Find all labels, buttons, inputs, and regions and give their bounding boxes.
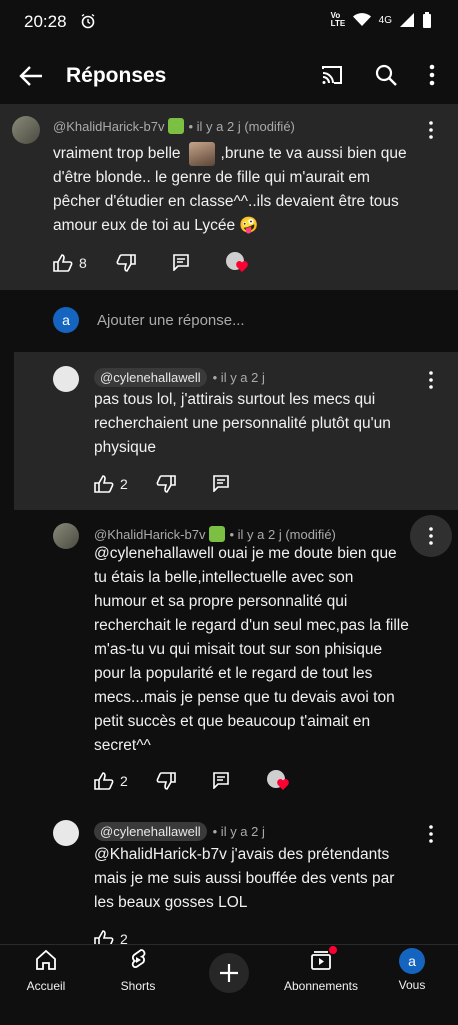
avatar[interactable] [53,820,79,846]
emoji-badge-icon [168,118,185,134]
heart-icon [236,261,248,272]
status-icons: Vo LTE 4G [331,12,432,28]
like-icon[interactable] [94,475,114,493]
network-label: 4G [378,14,392,26]
reply-meta: @cylenehallawell • il y a 2 j [94,368,265,387]
dislike-icon[interactable] [156,475,176,493]
like-count: 2 [120,476,128,492]
like-icon[interactable] [53,254,73,272]
nav-subscriptions[interactable]: Abonnements [281,946,361,993]
username-chip[interactable]: @cylenehallawell [94,822,207,841]
reply-icon[interactable] [172,253,190,271]
reply-icon[interactable] [212,474,230,492]
nav-label: Abonnements [283,979,359,993]
avatar[interactable] [12,116,40,144]
username[interactable]: @KhalidHarick-b7v [53,119,164,134]
reply-more-icon[interactable] [424,824,438,844]
reply-more-icon[interactable] [424,370,438,390]
dislike-icon[interactable] [116,254,136,272]
reply-text: pas tous lol, j'attirais surtout les mec… [94,391,391,456]
shorts-icon [131,949,146,968]
reply-input[interactable]: Ajouter une réponse... [97,312,245,329]
like-icon[interactable] [94,772,114,790]
search-icon[interactable] [374,63,398,87]
comment-text: vraiment trop belle ,brune te va aussi b… [53,142,433,238]
comment-actions: 8 [53,254,87,272]
back-arrow-icon[interactable] [18,64,44,88]
username[interactable]: @KhalidHarick-b7v [94,527,205,542]
reply-actions: 2 [94,475,128,493]
heart-icon [277,779,289,790]
status-time: 20:28 [24,12,67,31]
creator-heart [267,770,289,792]
nav-you[interactable]: a Vous [372,948,452,992]
creator-heart [226,252,248,274]
battery-icon [423,12,431,28]
like-count: 2 [120,773,128,789]
create-button[interactable] [209,953,249,993]
more-options-icon[interactable] [424,63,440,87]
signal-icon [400,13,414,27]
plus-icon [220,964,238,982]
nav-home[interactable]: Accueil [6,948,86,993]
reply-actions: 2 [94,772,128,790]
avatar[interactable] [53,523,79,549]
comment-meta: @KhalidHarick-b7v • il y a 2 j (modifié) [53,118,295,134]
reply-meta: @KhalidHarick-b7v • il y a 2 j (modifié) [94,526,336,542]
timestamp: • il y a 2 j (modifié) [188,118,295,134]
nav-label: Shorts [120,979,156,993]
reply-text: @KhalidHarick-b7v j'avais des prétendant… [94,846,395,911]
wifi-icon [352,13,371,26]
user-avatar: a [399,948,425,974]
username-chip[interactable]: @cylenehallawell [94,368,207,387]
volte-icon: Vo LTE [330,11,346,28]
nav-shorts[interactable]: Shorts [98,948,178,993]
comment-more-icon[interactable] [424,120,438,140]
like-count: 8 [79,255,87,271]
timestamp: • il y a 2 j [212,370,265,385]
home-icon [36,949,56,970]
nav-label: Accueil [26,979,66,993]
nav-label: Vous [398,978,426,992]
timestamp: • il y a 2 j (modifié) [229,526,336,542]
reply-icon[interactable] [212,771,230,789]
alarm-icon [81,13,95,29]
emoji-badge-icon [209,526,226,542]
cast-icon[interactable] [320,63,344,87]
user-avatar: a [53,307,79,333]
avatar[interactable] [53,366,79,392]
reply-meta: @cylenehallawell • il y a 2 j [94,822,265,841]
reply-text: @cylenehallawell ouai je me doute bien q… [94,545,409,754]
inline-thumbnail [188,142,215,166]
timestamp: • il y a 2 j [212,824,265,839]
dislike-icon[interactable] [156,772,176,790]
page-title: Réponses [66,64,167,87]
notification-dot [329,946,337,954]
